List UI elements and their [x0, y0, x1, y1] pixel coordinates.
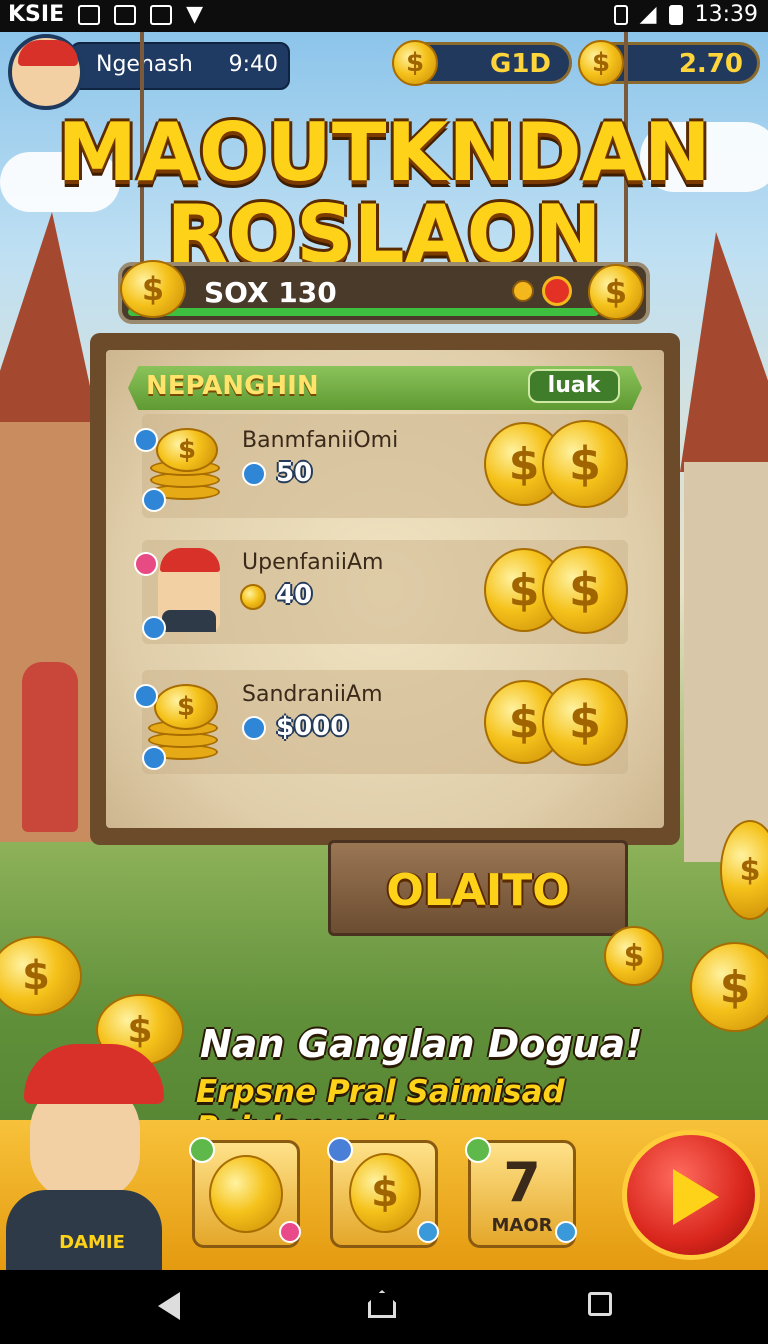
plus-badge-icon	[142, 616, 166, 640]
reward-value: 40	[276, 580, 313, 610]
promo-headline: Nan Ganglan Dogua!	[200, 1022, 643, 1066]
plus-badge-icon	[142, 746, 166, 770]
coin-pile: $	[604, 926, 664, 986]
progress-label: SOX 130	[204, 276, 337, 309]
panel-badge-button[interactable]: luak	[528, 369, 620, 403]
signal-icon: ◢	[639, 2, 657, 27]
claim-button-label: OLAITO	[386, 865, 570, 916]
house-right	[684, 462, 768, 862]
notification-icon	[78, 4, 101, 25]
player-name: Ngenash	[96, 52, 193, 77]
play-button[interactable]	[622, 1130, 760, 1260]
play-icon	[673, 1169, 719, 1225]
dollar-coin-icon: $	[588, 264, 644, 320]
water-drop-icon	[242, 462, 266, 486]
recents-icon[interactable]	[588, 1292, 612, 1316]
dollar-coin-icon: $	[542, 678, 628, 766]
wifi-icon: ▼	[186, 2, 204, 27]
cap-icon	[18, 40, 78, 66]
tile-badge-icon	[465, 1137, 491, 1163]
powerup-tile-coin[interactable]	[189, 1137, 301, 1248]
android-nav-bar	[0, 1270, 768, 1344]
plane-badge-icon	[134, 684, 158, 708]
home-icon[interactable]	[368, 1290, 396, 1318]
dollar-coin-icon: $	[349, 1153, 421, 1233]
progress-fill	[128, 308, 599, 316]
tile-dot-icon	[279, 1221, 301, 1243]
status-bar: KSIE ▼ ◢ 13:39	[0, 0, 768, 32]
dollar-coin-icon: $	[542, 420, 628, 508]
dollar-coin-icon: $	[578, 40, 624, 86]
dollar-coin-icon: $	[392, 40, 438, 86]
tile-dot-icon	[555, 1221, 577, 1243]
progress-bar: SOX 130	[118, 262, 650, 324]
player-avatar[interactable]	[8, 34, 84, 110]
tile-dot-icon	[417, 1221, 439, 1243]
reward-name: BanmfaniiOmi	[242, 428, 399, 453]
vibrate-icon	[613, 4, 628, 25]
powerup-tile-dollar[interactable]: $	[327, 1137, 439, 1248]
back-icon[interactable]	[158, 1292, 180, 1320]
character-portrait	[158, 548, 220, 632]
tile-number: 7	[503, 1151, 541, 1214]
coin-icon	[209, 1155, 283, 1233]
currency-cash-value: 2.70	[678, 49, 743, 79]
clock: 13:39	[694, 2, 758, 27]
panel-title: NEPANGHIN	[146, 371, 319, 401]
powerup-tile-seven[interactable]: 7 MAOR	[465, 1137, 577, 1248]
villager-figure	[22, 662, 78, 832]
plus-badge-icon	[142, 488, 166, 512]
heart-badge-icon	[134, 552, 158, 576]
tile-badge-icon	[189, 1137, 215, 1163]
alert-dot-icon	[542, 276, 572, 306]
currency-gold-value: G1D	[489, 49, 551, 79]
claim-button[interactable]: OLAITO	[328, 840, 628, 936]
player-plate[interactable]: Ngenash 9:40	[70, 42, 290, 90]
player-timer: 9:40	[228, 52, 278, 77]
mail-icon	[150, 4, 173, 25]
notification-icon	[114, 4, 137, 25]
reward-value: $000	[276, 712, 349, 742]
reward-value: 50	[276, 458, 313, 488]
reward-name: UpenfaniiAm	[242, 550, 384, 575]
coin-stack-icon: $	[120, 260, 186, 318]
coin-icon	[240, 584, 266, 610]
water-drop-icon	[242, 716, 266, 740]
tile-badge-icon	[327, 1137, 353, 1163]
dollar-coin-icon: $	[542, 546, 628, 634]
battery-icon	[668, 4, 683, 25]
title-line-1: MAOUTKNDAN	[57, 106, 711, 199]
reward-name: SandraniiAm	[242, 682, 383, 707]
game-title: MAOUTKNDAN ROSLAON	[0, 112, 768, 276]
plane-badge-icon	[134, 428, 158, 452]
mascot-shirt-text: DAMIE	[59, 1232, 125, 1253]
carrier-text: KSIE	[8, 2, 65, 27]
coin-icon	[512, 280, 534, 302]
